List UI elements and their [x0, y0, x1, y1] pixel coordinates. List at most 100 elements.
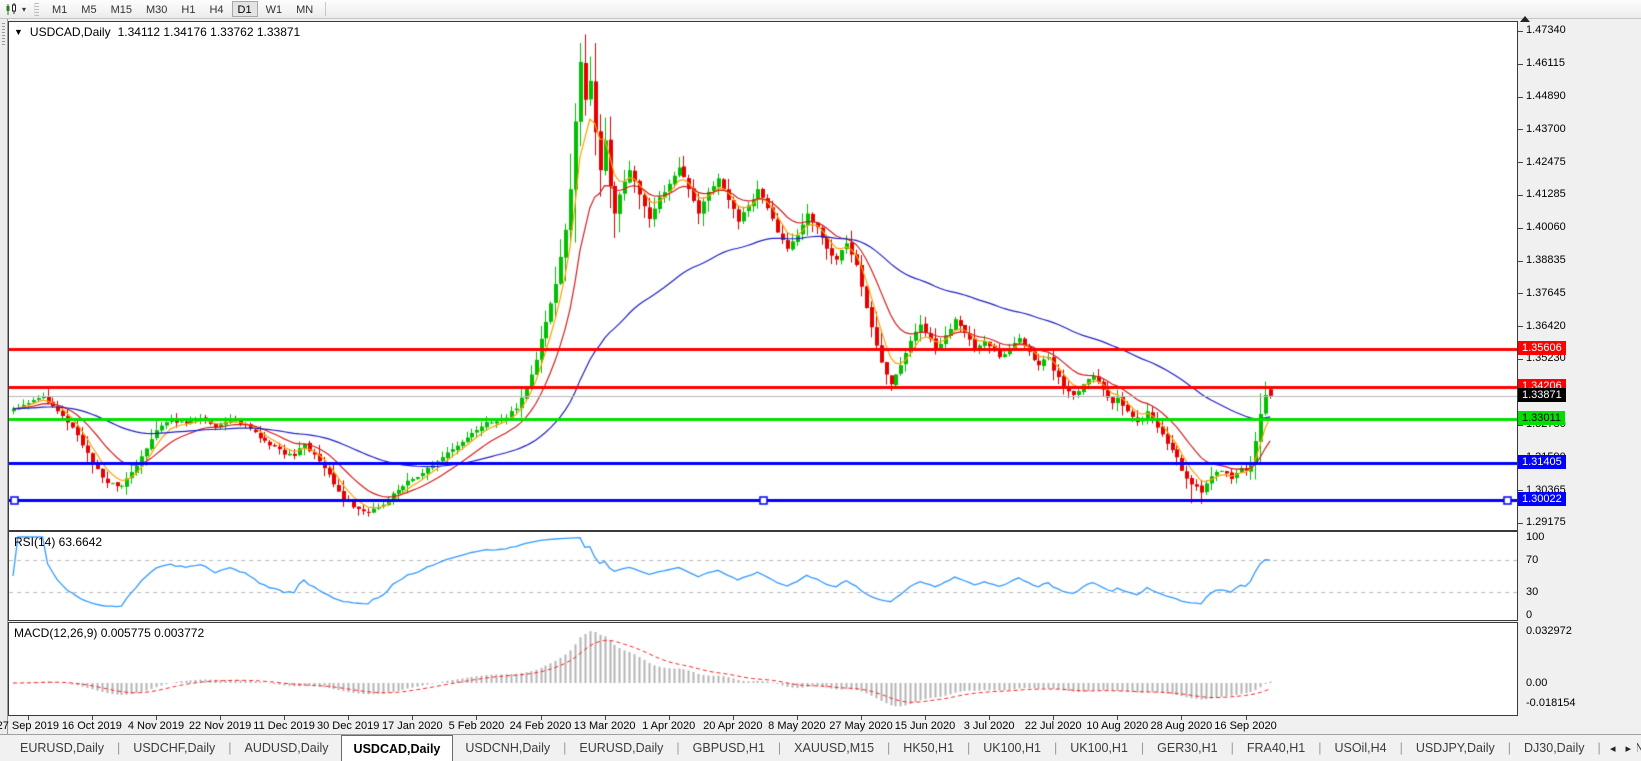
date-tick-label: 4 Nov 2019 [128, 720, 184, 732]
chart-tab-audusd-daily[interactable]: AUDUSD,Daily [233, 735, 341, 761]
price-tick-label: 1.44890 [1526, 90, 1566, 102]
price-tick-mark [1518, 228, 1523, 229]
price-tick-mark [1518, 195, 1523, 196]
chart-tab-gbpusd-h1[interactable]: GBPUSD,H1 [681, 735, 777, 761]
macd-label: MACD(12,26,9) 0.005775 0.003772 [14, 626, 204, 640]
chart-tab-eurusd-daily[interactable]: EURUSD,Daily [8, 735, 116, 761]
price-tick-label: 1.36420 [1526, 320, 1566, 332]
date-tick-label: 17 Jan 2020 [382, 720, 443, 732]
axis-scroll-marker-icon [1520, 16, 1530, 22]
price-tick-mark [1518, 97, 1523, 98]
chart-tab-usdchf-daily[interactable]: USDCHF,Daily [121, 735, 227, 761]
toolbar-drag-grip[interactable] [34, 3, 39, 16]
rsi-level-label: 30 [1526, 586, 1538, 598]
chart-title: ▼ USDCAD,Daily 1.34112 1.34176 1.33762 1… [14, 25, 300, 39]
price-tick-label: 1.40060 [1526, 221, 1566, 233]
macd-axis-label: 0.032972 [1526, 625, 1572, 637]
top-toolbar: ▾ M1M5M15M30H1H4D1W1MN [0, 0, 1641, 19]
hline-price-tag: 1.35606 [1518, 341, 1566, 355]
timeframe-button-m30[interactable]: M30 [140, 1, 173, 17]
price-tick-mark [1518, 523, 1523, 524]
chart-tab-usdjpy-daily[interactable]: USDJPY,Daily [1404, 735, 1507, 761]
chart-tab-usdcnh-daily[interactable]: USDCNH,Daily [453, 735, 562, 761]
date-tick-label: 30 Dec 2019 [317, 720, 379, 732]
chart-tab-uk100-h1[interactable]: UK100,H1 [1058, 735, 1140, 761]
date-tick-label: 24 Feb 2020 [510, 720, 572, 732]
date-tick-label: 16 Sep 2020 [1214, 720, 1276, 732]
price-tick-mark [1518, 293, 1523, 294]
chart-tab-dj30-daily[interactable]: DJ30,Daily [1512, 735, 1596, 761]
date-tick-label: 15 Jun 2020 [895, 720, 956, 732]
date-tick-label: 10 Aug 2020 [1086, 720, 1148, 732]
chart-type-dropdown-caret[interactable]: ▾ [22, 5, 26, 14]
timeframe-button-m15[interactable]: M15 [105, 1, 138, 17]
toolbar-separator [325, 2, 326, 16]
rsi-level-label: 100 [1526, 531, 1544, 543]
date-tick-label: 8 May 2020 [768, 720, 825, 732]
rsi-level-label: 0 [1526, 609, 1532, 621]
chart-tab-ger30-h1[interactable]: GER30,H1 [1145, 735, 1229, 761]
panel-drag-grip[interactable] [2, 23, 5, 45]
hline-price-tag: 1.30022 [1518, 492, 1566, 506]
date-tick-label: 13 Mar 2020 [574, 720, 636, 732]
date-tick-label: 27 May 2020 [829, 720, 893, 732]
price-tick-label: 1.29175 [1526, 516, 1566, 528]
price-tick-label: 1.41285 [1526, 188, 1566, 200]
price-tick-mark [1518, 359, 1523, 360]
rsi-label: RSI(14) 63.6642 [14, 535, 102, 549]
timeframe-button-h4[interactable]: H4 [203, 1, 229, 17]
macd-axis-label: 0.00 [1526, 677, 1547, 689]
price-tick-label: 1.46115 [1526, 57, 1565, 69]
chart-tab-uk100-h1[interactable]: UK100,H1 [971, 735, 1053, 761]
price-tick-label: 1.43700 [1526, 123, 1566, 135]
chart-tab-hk50-h1[interactable]: HK50,H1 [891, 735, 966, 761]
price-tick-mark [1518, 129, 1523, 130]
date-axis[interactable]: 27 Sep 201916 Oct 20194 Nov 201922 Nov 2… [8, 716, 1518, 734]
timeframe-button-d1[interactable]: D1 [232, 1, 258, 17]
price-axis[interactable]: 1.473401.461151.448901.437001.424751.412… [1518, 21, 1641, 716]
chart-tab-usoil-h4[interactable]: USOil,H4 [1322, 735, 1398, 761]
main-chart-canvas[interactable] [9, 22, 1517, 530]
tab-scroll-arrows: ◂ ▸ [1604, 735, 1637, 761]
rsi-canvas[interactable] [9, 532, 1517, 620]
chart-tab-usdcad-daily[interactable]: USDCAD,Daily [341, 735, 454, 761]
chart-tab-xauusd-m15[interactable]: XAUUSD,M15 [782, 735, 886, 761]
date-tick-label: 20 Apr 2020 [703, 720, 762, 732]
chart-ohlc-readout: 1.34112 1.34176 1.33762 1.33871 [118, 25, 301, 39]
date-tick-label: 11 Dec 2019 [253, 720, 315, 732]
date-tick-label: 28 Aug 2020 [1150, 720, 1212, 732]
symbol-dropdown-caret[interactable]: ▼ [14, 27, 23, 37]
macd-indicator-panel: MACD(12,26,9) 0.005775 0.003772 [8, 622, 1518, 716]
price-tick-mark [1518, 31, 1523, 32]
date-tick-label: 27 Sep 2019 [0, 720, 59, 732]
chart-type-icon[interactable] [3, 2, 21, 17]
price-chart-panel: ▼ USDCAD,Daily 1.34112 1.34176 1.33762 1… [8, 21, 1518, 531]
tab-scroll-left-icon[interactable]: ◂ [1610, 742, 1616, 755]
chart-tab-fra40-h1[interactable]: FRA40,H1 [1235, 735, 1317, 761]
date-tick-label: 22 Jul 2020 [1025, 720, 1082, 732]
left-edge-strip [0, 19, 8, 734]
timeframe-button-mn[interactable]: MN [290, 1, 319, 17]
date-tick-label: 5 Feb 2020 [449, 720, 505, 732]
chart-tab-bar: EURUSD,Daily|USDCHF,Daily|AUDUSD,DailyUS… [0, 734, 1641, 761]
timeframe-button-w1[interactable]: W1 [260, 1, 289, 17]
chart-tab-eurusd-daily[interactable]: EURUSD,Daily [567, 735, 675, 761]
tab-scroll-right-icon[interactable]: ▸ [1625, 742, 1631, 755]
current-price-tag: 1.33871 [1518, 388, 1566, 402]
rsi-level-label: 70 [1526, 554, 1538, 566]
timeframe-button-group: M1M5M15M30H1H4D1W1MN [45, 1, 320, 17]
price-tick-label: 1.37645 [1526, 287, 1566, 299]
hline-price-tag: 1.33011 [1518, 411, 1565, 425]
price-tick-label: 1.38835 [1526, 254, 1566, 266]
price-tick-mark [1518, 64, 1523, 65]
price-tick-mark [1518, 261, 1523, 262]
date-tick-label: 3 Jul 2020 [964, 720, 1015, 732]
timeframe-button-m5[interactable]: M5 [75, 1, 102, 17]
timeframe-button-h1[interactable]: H1 [175, 1, 201, 17]
price-tick-label: 1.47340 [1526, 24, 1566, 36]
price-tick-mark [1518, 162, 1523, 163]
macd-canvas[interactable] [9, 623, 1517, 715]
price-tick-mark [1518, 326, 1523, 327]
timeframe-button-m1[interactable]: M1 [46, 1, 73, 17]
chart-symbol-label: USDCAD,Daily [30, 25, 111, 39]
